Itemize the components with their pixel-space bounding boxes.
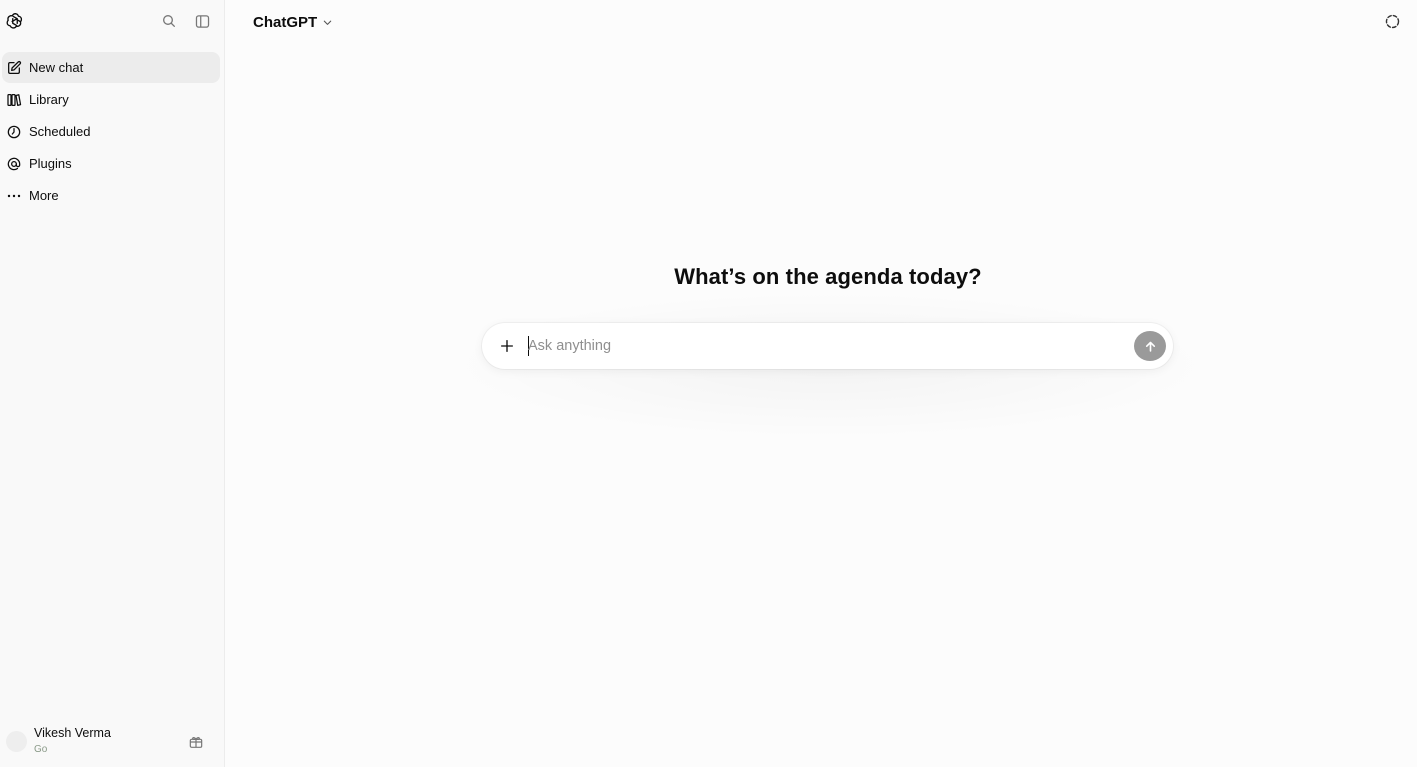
- sidebar-item-more[interactable]: More: [2, 180, 220, 211]
- sidebar: New chat Library Scheduled Plugins More …: [0, 0, 225, 767]
- user-plan: Go: [34, 744, 48, 755]
- sidebar-header: [0, 0, 225, 44]
- add-attachment-button[interactable]: [496, 335, 518, 357]
- more-dots-icon: [6, 188, 22, 204]
- sidebar-item-label: New chat: [29, 60, 84, 75]
- clock-icon: [6, 124, 22, 140]
- edit-icon: [6, 60, 22, 76]
- main-area: ChatGPT What’s on the agenda today?: [225, 0, 1417, 767]
- prompt-composer: [482, 323, 1173, 369]
- prompt-input[interactable]: [528, 334, 1108, 358]
- sidebar-item-label: More: [29, 188, 59, 203]
- page-title: What’s on the agenda today?: [674, 264, 982, 289]
- sidebar-item-scheduled[interactable]: Scheduled: [2, 116, 220, 147]
- sidebar-toggle-icon[interactable]: [192, 11, 212, 31]
- library-icon: [6, 92, 22, 108]
- model-name: ChatGPT: [253, 13, 318, 31]
- sidebar-nav: New chat Library Scheduled Plugins More: [0, 52, 225, 212]
- gift-icon[interactable]: [187, 733, 205, 751]
- sidebar-item-new-chat[interactable]: New chat: [2, 52, 220, 83]
- user-name: Vikesh Verma: [34, 726, 111, 740]
- temporary-chat-icon[interactable]: [1383, 12, 1401, 30]
- sidebar-item-label: Library: [29, 92, 69, 107]
- chevron-down-icon: [322, 15, 333, 32]
- sidebar-item-plugins[interactable]: Plugins: [2, 148, 220, 179]
- avatar: [6, 731, 27, 752]
- send-button[interactable]: [1134, 331, 1166, 361]
- search-icon[interactable]: [159, 11, 179, 31]
- at-sign-icon: [6, 156, 22, 172]
- sidebar-item-library[interactable]: Library: [2, 84, 220, 115]
- chatgpt-app: New chat Library Scheduled Plugins More …: [0, 0, 1417, 767]
- sidebar-item-label: Scheduled: [29, 124, 91, 139]
- openai-logo-icon[interactable]: [5, 11, 25, 31]
- sidebar-item-label: Plugins: [29, 156, 72, 171]
- user-profile[interactable]: Vikesh Verma Go: [0, 722, 225, 762]
- arrow-up-icon: [1145, 341, 1155, 352]
- model-selector[interactable]: ChatGPT: [253, 11, 333, 33]
